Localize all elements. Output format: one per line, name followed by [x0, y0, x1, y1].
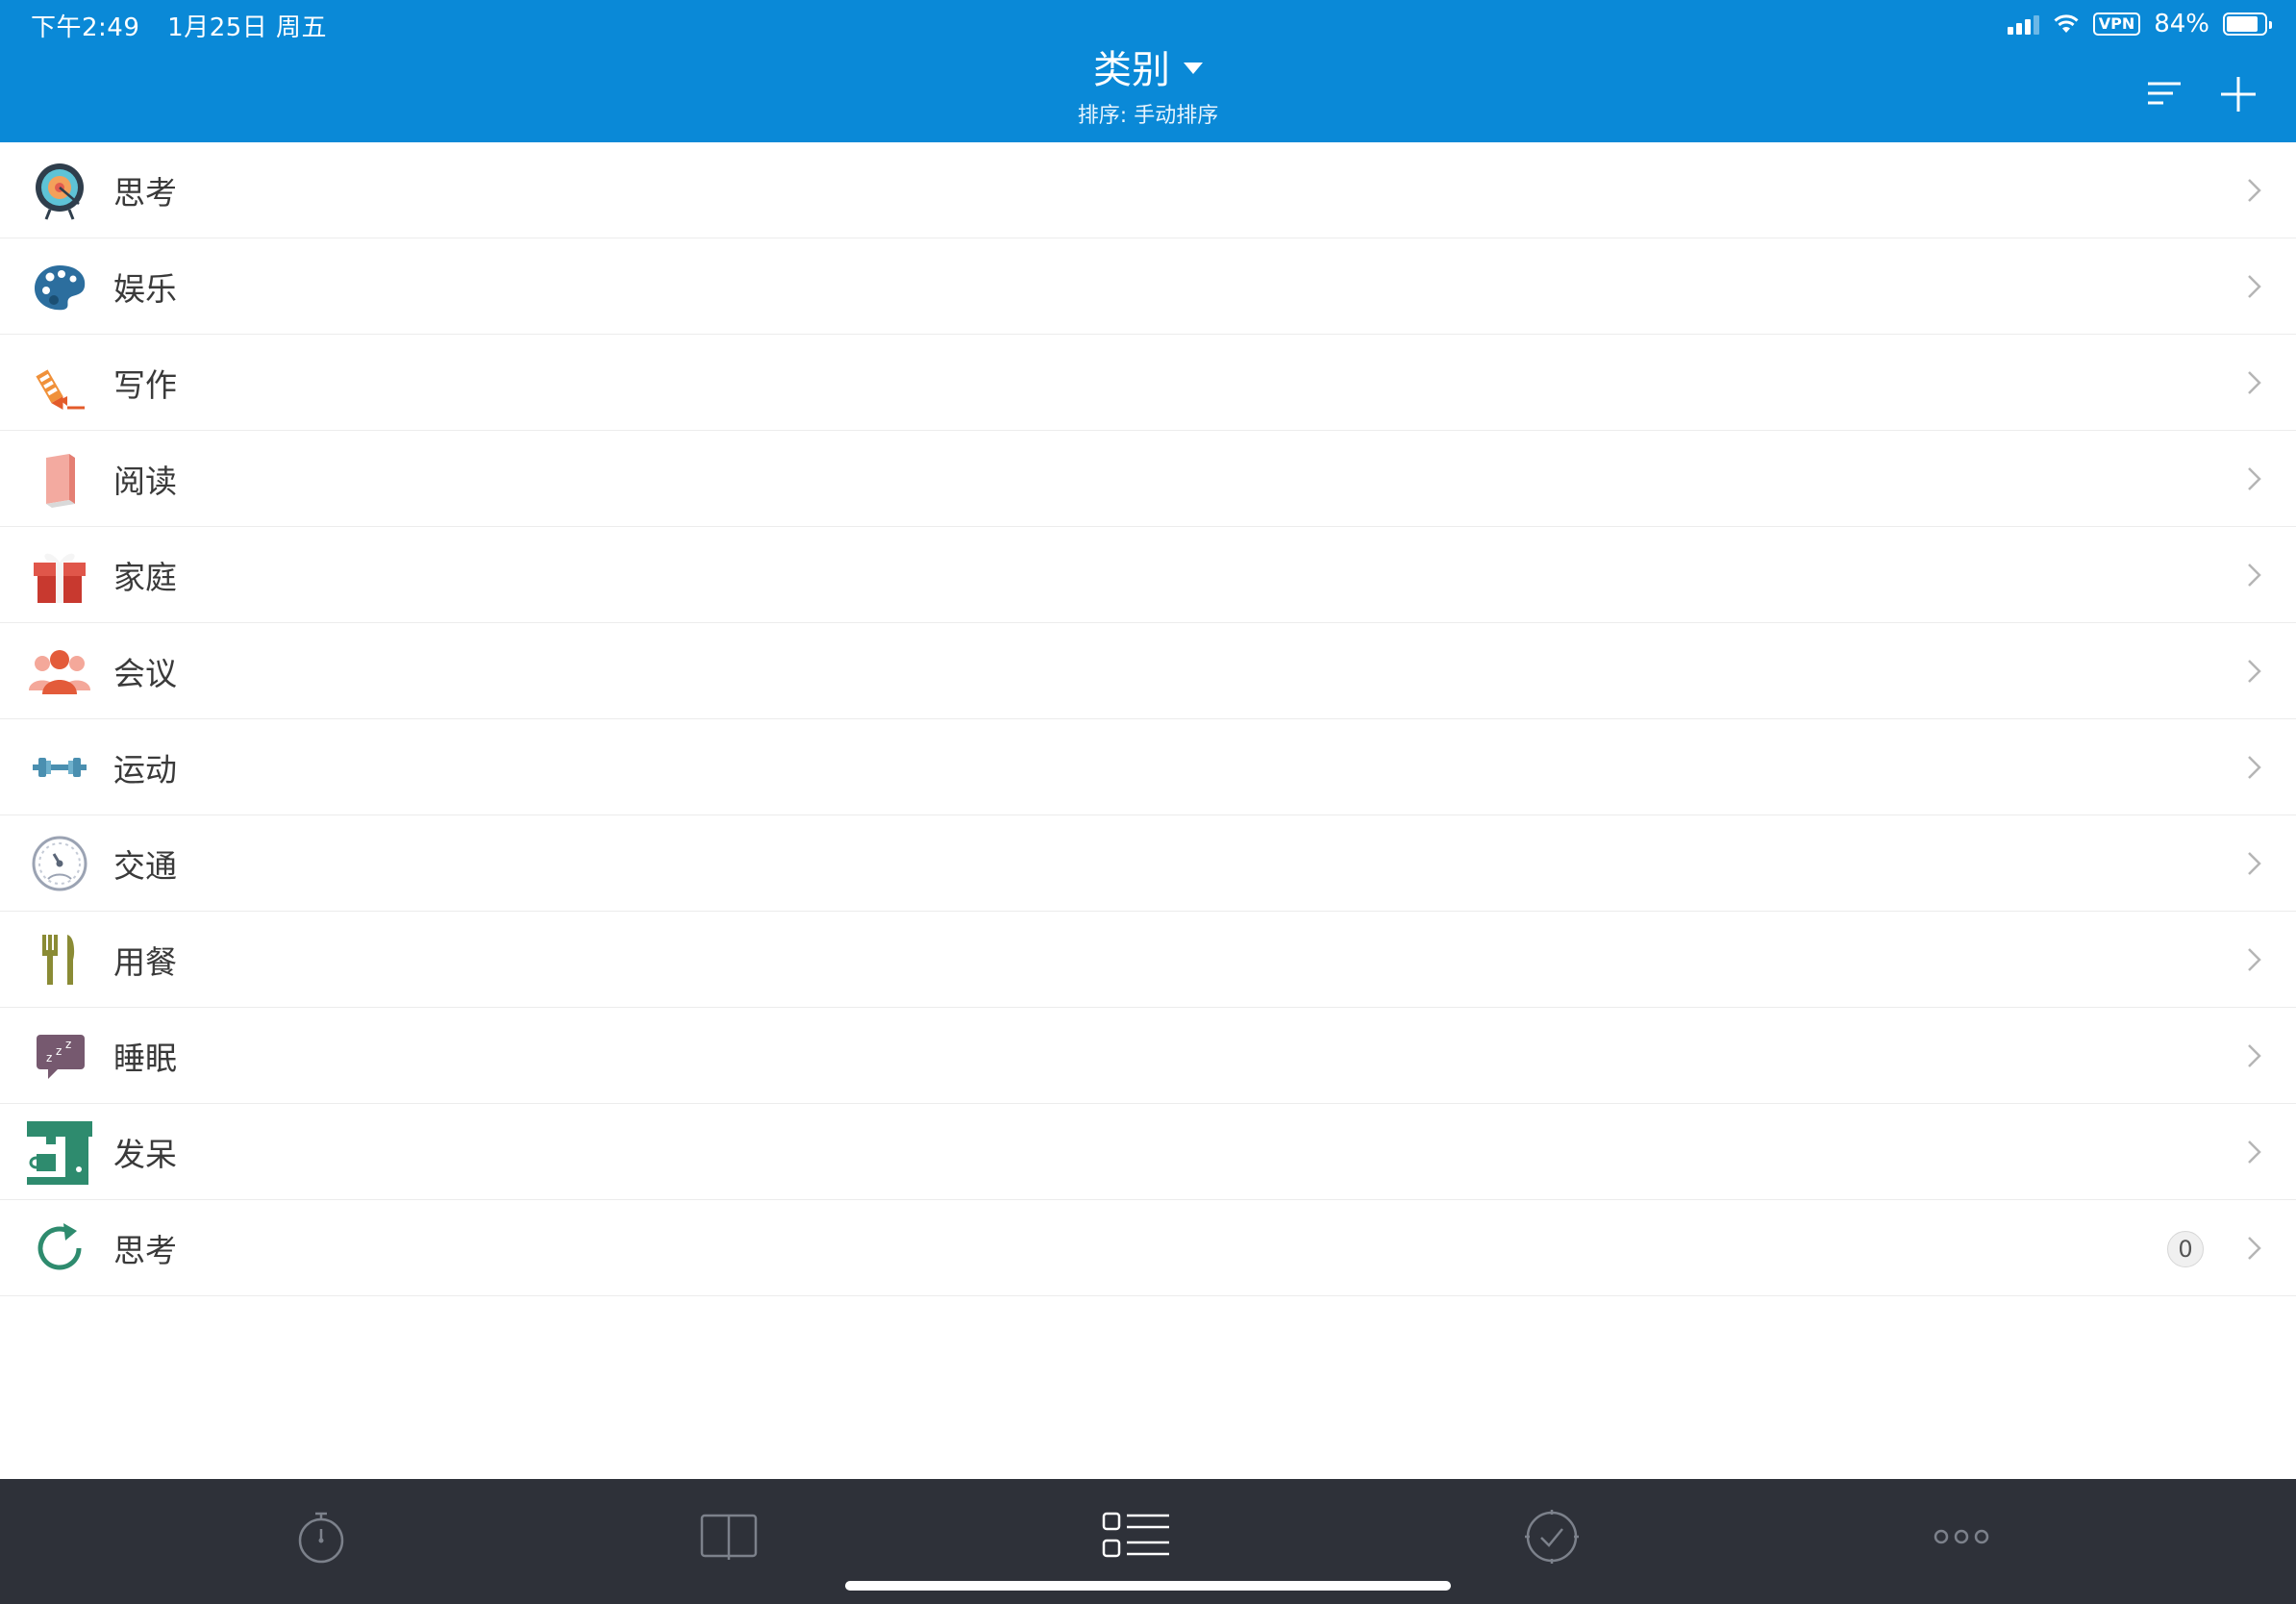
count-badge: 0 — [2167, 1231, 2204, 1267]
book-open-icon — [700, 1514, 758, 1560]
chevron-right-icon — [2248, 1044, 2261, 1067]
sort-subtitle: 排序: 手动排序 — [1077, 104, 1219, 128]
category-label: 发呆 — [113, 1135, 177, 1173]
tab-more[interactable] — [1923, 1502, 2000, 1571]
category-title-dropdown[interactable]: 类别 — [1093, 38, 1203, 94]
chevron-right-icon — [2248, 948, 2261, 971]
svg-text:z: z — [65, 1038, 71, 1051]
category-label: 阅读 — [113, 462, 177, 500]
category-row[interactable]: 思考 0 — [0, 1200, 2296, 1296]
chevron-right-icon — [2248, 371, 2261, 394]
bottom-tab-bar — [0, 1479, 2296, 1604]
plus-icon — [2221, 77, 2256, 112]
category-label: 会议 — [113, 654, 177, 692]
category-row[interactable]: 运动 — [0, 719, 2296, 815]
sleep-bubble-icon: z z z — [25, 1025, 94, 1087]
fork-knife-icon — [25, 929, 94, 990]
category-row[interactable]: 写作 — [0, 335, 2296, 431]
category-label: 写作 — [113, 365, 177, 404]
chevron-right-icon — [2248, 564, 2261, 587]
tab-categories[interactable] — [1098, 1502, 1175, 1571]
category-label: 用餐 — [113, 942, 177, 981]
coffee-machine-icon — [25, 1121, 94, 1185]
palette-icon — [25, 256, 94, 317]
dropdown-caret-icon — [1184, 63, 1203, 74]
category-label: 交通 — [113, 846, 177, 885]
category-row[interactable]: 思考 — [0, 142, 2296, 238]
refresh-icon — [25, 1217, 94, 1279]
category-label: 思考 — [113, 1231, 177, 1269]
category-label: 娱乐 — [113, 269, 177, 308]
gift-icon — [25, 544, 94, 606]
title-area: 类别 排序: 手动排序 — [0, 38, 2296, 129]
category-label: 思考 — [113, 173, 177, 212]
category-label: 运动 — [113, 750, 177, 789]
sort-button[interactable] — [2140, 71, 2186, 117]
battery-percent: 84% — [2154, 10, 2209, 38]
pencil-icon — [25, 352, 94, 414]
category-row[interactable]: 阅读 — [0, 431, 2296, 527]
list-icon — [1102, 1512, 1169, 1558]
chevron-right-icon — [2248, 1237, 2261, 1260]
book-icon — [25, 448, 94, 510]
dumbbell-icon — [25, 737, 94, 798]
vpn-badge: VPN — [2092, 13, 2141, 36]
app-screen: 下午2:49 1月25日 周五 VPN 84% 类别 排序: 手动排序 思考 娱… — [0, 0, 2296, 1604]
chevron-right-icon — [2248, 1140, 2261, 1164]
page-title: 类别 — [1093, 48, 1170, 92]
cellular-signal-icon — [2007, 13, 2039, 35]
svg-text:z: z — [56, 1044, 62, 1058]
home-indicator[interactable] — [845, 1581, 1451, 1591]
wifi-icon — [2054, 14, 2079, 33]
chevron-right-icon — [2248, 756, 2261, 779]
category-row[interactable]: 娱乐 — [0, 238, 2296, 335]
category-row[interactable]: 会议 — [0, 623, 2296, 719]
chevron-right-icon — [2248, 852, 2261, 875]
tab-timer[interactable] — [283, 1502, 360, 1571]
sort-icon — [2148, 82, 2181, 105]
more-icon — [1934, 1529, 1989, 1544]
tab-goals[interactable] — [1513, 1502, 1590, 1571]
chevron-right-icon — [2248, 275, 2261, 298]
category-row[interactable]: 家庭 — [0, 527, 2296, 623]
chevron-right-icon — [2248, 179, 2261, 202]
category-row[interactable]: 交通 — [0, 815, 2296, 912]
category-label: 睡眠 — [113, 1039, 177, 1077]
category-list: 思考 娱乐 写作 阅读 家庭 会议 运动 交通 用餐 z z z 睡眠 发呆 思… — [0, 142, 2296, 1296]
category-label: 家庭 — [113, 558, 177, 596]
status-bar-right: VPN 84% — [2007, 8, 2272, 40]
target-icon — [25, 160, 94, 221]
battery-icon — [2223, 13, 2272, 36]
speedometer-icon — [25, 833, 94, 894]
svg-text:z: z — [46, 1051, 52, 1065]
tab-journal[interactable] — [690, 1502, 767, 1571]
battery-fill — [2227, 16, 2258, 32]
category-row[interactable]: 发呆 — [0, 1104, 2296, 1200]
category-row[interactable]: z z z 睡眠 — [0, 1008, 2296, 1104]
add-category-button[interactable] — [2215, 71, 2261, 117]
category-row[interactable]: 用餐 — [0, 912, 2296, 1008]
chevron-right-icon — [2248, 467, 2261, 490]
check-circle-icon — [1525, 1510, 1579, 1564]
people-icon — [25, 640, 94, 702]
stopwatch-icon — [298, 1512, 344, 1564]
chevron-right-icon — [2248, 660, 2261, 683]
header-bar: 下午2:49 1月25日 周五 VPN 84% 类别 排序: 手动排序 — [0, 0, 2296, 142]
